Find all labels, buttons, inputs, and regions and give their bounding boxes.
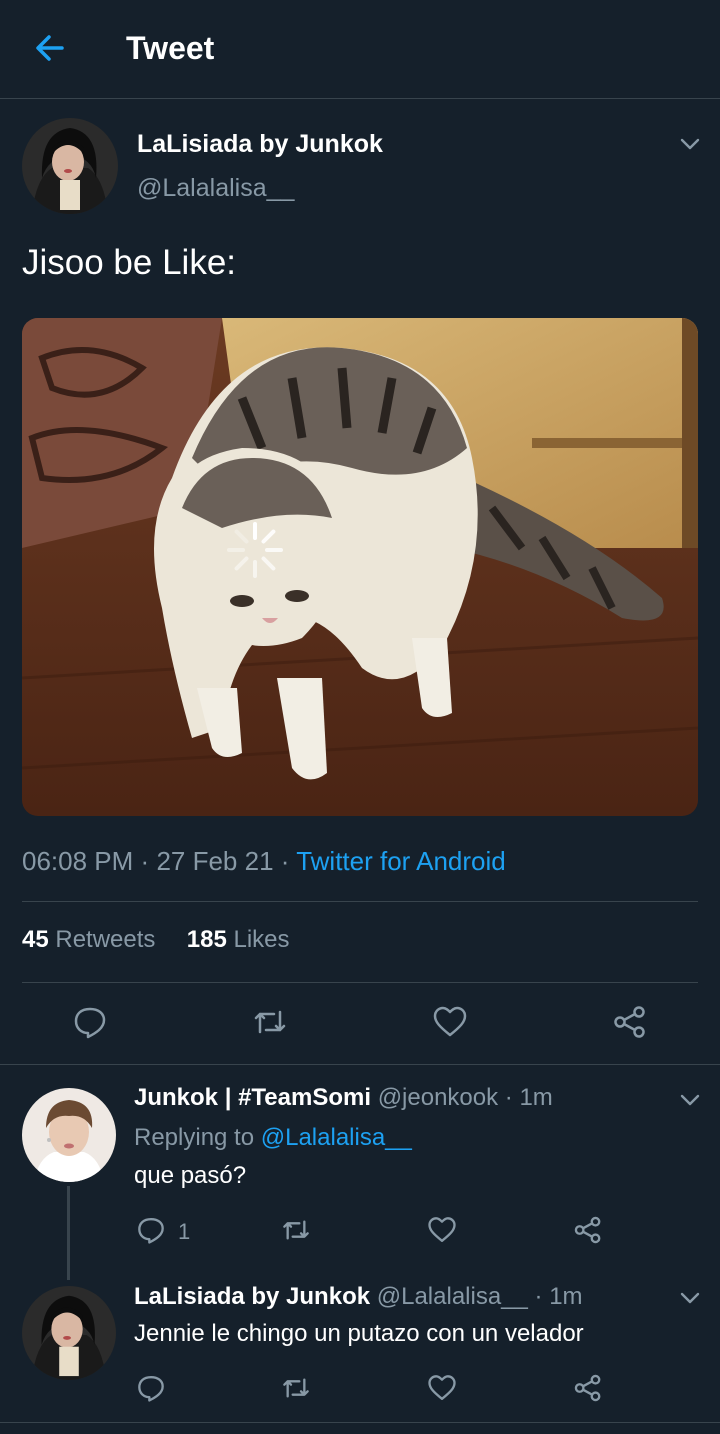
reply-count: 1 xyxy=(178,1219,191,1244)
tweet-image[interactable] xyxy=(22,318,698,816)
reply-header: LaLisiada by Junkok @Lalalalisa__ · 1m xyxy=(134,1283,583,1311)
reply-icon xyxy=(74,1007,106,1039)
divider xyxy=(0,1064,720,1065)
reply-author-name[interactable]: Junkok | #TeamSomi xyxy=(134,1084,371,1111)
reply-icon xyxy=(138,1218,164,1244)
author-avatar[interactable] xyxy=(22,118,118,214)
heart-icon xyxy=(428,1375,456,1400)
meta-separator: · xyxy=(140,846,150,876)
heart-icon xyxy=(433,1006,467,1037)
retweets-stat[interactable]: 45 Retweets xyxy=(22,926,155,953)
reply-retweet-button[interactable] xyxy=(281,1215,311,1245)
reply-handle[interactable]: @Lalalalisa__ xyxy=(377,1283,528,1310)
reply-button[interactable] xyxy=(72,1004,108,1040)
thread-connector xyxy=(67,1186,70,1280)
retweets-label: Retweets xyxy=(55,926,156,953)
replying-to: Replying to @Lalalalisa__ xyxy=(134,1124,412,1152)
reply-text: que pasó? xyxy=(134,1162,247,1189)
replying-to-handle[interactable]: @Lalalalisa__ xyxy=(261,1124,412,1151)
reply-time: · 1m xyxy=(504,1084,553,1111)
reply-icon xyxy=(138,1376,164,1402)
reply-like-button[interactable] xyxy=(427,1215,457,1245)
retweet-icon xyxy=(283,1378,309,1398)
retweet-icon xyxy=(283,1220,309,1240)
reply-reply-button[interactable] xyxy=(136,1215,166,1245)
reply-retweet-button[interactable] xyxy=(281,1373,311,1403)
likes-label: Likes xyxy=(233,926,290,953)
chevron-down-icon xyxy=(680,1292,700,1304)
chevron-down-icon xyxy=(680,138,700,150)
share-icon xyxy=(574,1374,601,1402)
divider xyxy=(22,982,698,983)
tweet-time: 06:08 PM xyxy=(22,846,134,876)
like-button[interactable] xyxy=(432,1004,468,1040)
divider xyxy=(22,901,698,902)
reply-more-options-button[interactable] xyxy=(678,1286,702,1310)
reply-header: Junkok | #TeamSomi @jeonkook · 1m xyxy=(134,1084,553,1112)
tweet-source-link[interactable]: Twitter for Android xyxy=(296,846,506,876)
likes-stat[interactable]: 185 Likes xyxy=(187,926,290,953)
tweet-stats: 45 Retweets 185 Likes xyxy=(22,926,290,954)
reply-handle[interactable]: @jeonkook xyxy=(378,1084,498,1111)
reply-share-button[interactable] xyxy=(573,1373,603,1403)
chevron-down-icon xyxy=(680,1094,700,1106)
likes-count: 185 xyxy=(186,926,227,953)
reply-author-name[interactable]: LaLisiada by Junkok xyxy=(134,1283,370,1310)
reply-avatar[interactable] xyxy=(22,1088,116,1182)
share-icon xyxy=(574,1216,601,1244)
reply-like-button[interactable] xyxy=(427,1373,457,1403)
reply-time: · 1m xyxy=(534,1283,583,1310)
meta-separator: · xyxy=(280,846,290,876)
top-bar: Tweet xyxy=(0,0,720,99)
heart-icon xyxy=(428,1217,456,1242)
share-icon xyxy=(614,1006,645,1038)
retweet-button[interactable] xyxy=(252,1004,288,1040)
divider xyxy=(0,1422,720,1423)
reply-share-button[interactable] xyxy=(573,1215,603,1245)
retweets-count: 45 xyxy=(22,926,49,953)
back-button[interactable] xyxy=(30,28,70,68)
tweet-text: Jisoo be Like: xyxy=(22,243,237,282)
author-name[interactable]: LaLisiada by Junkok xyxy=(137,130,383,159)
replying-to-label: Replying to xyxy=(134,1124,255,1151)
tweet-meta: 06:08 PM · 27 Feb 21 · Twitter for Andro… xyxy=(22,846,506,877)
reply-text: Jennie le chingo un putazo con un velado… xyxy=(134,1320,584,1347)
author-handle[interactable]: @Lalalalisa__ xyxy=(137,174,294,203)
reply-more-options-button[interactable] xyxy=(678,1088,702,1112)
arrow-left-icon xyxy=(36,35,64,61)
retweet-icon xyxy=(254,1010,286,1034)
reply-reply-button[interactable] xyxy=(136,1373,166,1403)
tweet-date: 27 Feb 21 xyxy=(156,846,274,876)
more-options-button[interactable] xyxy=(678,132,702,156)
page-title: Tweet xyxy=(126,30,215,66)
share-button[interactable] xyxy=(612,1004,648,1040)
reply-avatar[interactable] xyxy=(22,1286,116,1380)
